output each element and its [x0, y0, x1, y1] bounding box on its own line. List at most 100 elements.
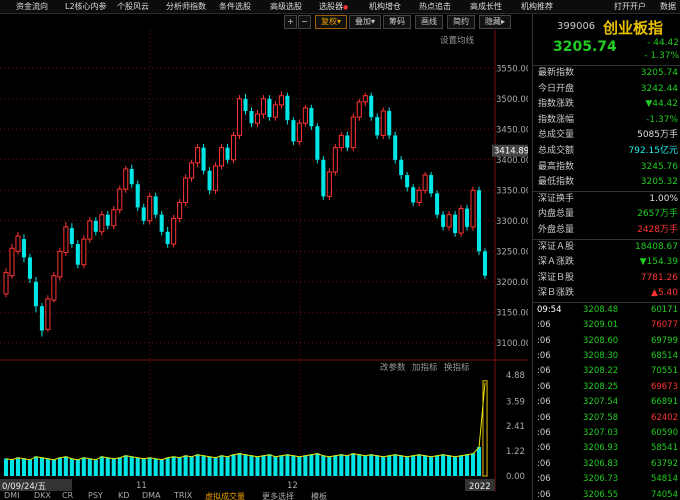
indicator-tab[interactable]: TRIX — [174, 492, 192, 500]
volume-bar — [303, 455, 308, 476]
tick-time: :06 — [537, 428, 551, 439]
volume-bar — [21, 458, 26, 476]
stat-value: ▲5.40 — [651, 288, 678, 299]
menu-tiaojian[interactable]: 条件选股 — [219, 1, 251, 13]
candle-down — [309, 107, 314, 127]
candle-down — [375, 117, 380, 136]
index-name: 创业板指 — [603, 19, 664, 37]
fuquan-button[interactable]: 复权▾ — [315, 15, 347, 29]
volume-bar — [57, 457, 62, 476]
tick-price: 3208.30 — [583, 351, 619, 362]
switch-indicator-link[interactable]: 换指标 — [444, 362, 470, 373]
date-label: 0/09/24/五 — [2, 482, 47, 492]
candle-down — [441, 214, 446, 227]
volume-bar — [129, 456, 134, 476]
tick-price: 3207.54 — [583, 397, 619, 408]
menu-gegu[interactable]: 个股风云 — [117, 1, 149, 13]
candle-up — [236, 98, 243, 136]
menu-shuju[interactable]: 数据 — [660, 1, 676, 13]
tick-price: 3208.25 — [583, 381, 619, 392]
volume-bar — [453, 456, 458, 476]
indicator-tab[interactable]: PSY — [88, 492, 103, 500]
settings-ma-link[interactable]: 设置均线 — [440, 35, 475, 46]
stat-value: 18408.67 — [635, 241, 678, 252]
volume-bar — [381, 456, 386, 476]
price-tick-label: 3400.00 — [496, 156, 528, 166]
volume-bar — [459, 455, 464, 476]
candle-down — [243, 98, 248, 111]
stat-value: 1.00% — [649, 193, 678, 204]
volume-bar — [201, 455, 206, 476]
candle-up — [302, 107, 308, 124]
candle-down — [165, 231, 170, 244]
menu-fenxishi[interactable]: 分析师指数 — [166, 1, 206, 13]
volume-bar — [423, 455, 428, 476]
candle-up — [446, 214, 452, 228]
candle-up — [213, 165, 219, 191]
volume-bar — [183, 455, 188, 476]
indicator-tab[interactable]: KD — [118, 492, 129, 500]
menu-gaocheng[interactable]: 高成长性 — [470, 1, 502, 13]
volume-bar — [273, 456, 278, 476]
candle-up — [45, 298, 51, 330]
candles-group — [3, 91, 488, 337]
candle-down — [387, 111, 392, 136]
menu-l2[interactable]: L2核心内参 — [65, 1, 107, 13]
tick-volume: 76077 — [650, 320, 678, 331]
menu-jigou[interactable]: 机构增仓 — [369, 1, 401, 13]
volume-bar — [279, 455, 284, 476]
candle-down — [153, 196, 158, 215]
menu-gaoji[interactable]: 高级选股 — [270, 1, 302, 13]
jianyue-button[interactable]: 简约 — [447, 15, 475, 29]
indicator-tab[interactable]: 更多选择 — [262, 492, 294, 500]
yincang-label: 隐藏 — [484, 17, 501, 26]
menu-kaihu[interactable]: 打开开户 — [614, 1, 646, 13]
add-indicator-link[interactable]: 加指标 — [412, 362, 438, 373]
tick-list[interactable]: 09:54 3208.48 60171:06 3209.01 76077:06 3208.… — [533, 301, 680, 500]
volume-bar — [261, 455, 266, 476]
menu-redian[interactable]: 热点追击 — [419, 1, 451, 13]
stat-label: 内盘总量 — [538, 209, 575, 220]
indicator-tab[interactable]: 模板 — [311, 492, 327, 500]
quote-panel: 399006 创业板指 3205.74 - 44.42 - 1.37% 最新指数… — [532, 14, 680, 500]
candle-down — [453, 214, 458, 233]
zoom-in-button[interactable]: + — [284, 15, 297, 29]
tick-price: 3208.48 — [583, 304, 619, 315]
indicator-tab[interactable]: DKX — [34, 492, 51, 500]
zoom-out-button[interactable]: − — [298, 15, 311, 29]
change-param-link[interactable]: 改参数 — [380, 362, 406, 373]
stat-row: 深Ｂ涨跌 ▲5.40 — [533, 286, 680, 302]
indicator-tab[interactable]: DMI — [4, 492, 19, 500]
x-label-12: 12 — [287, 481, 298, 491]
indicator-tab[interactable]: CR — [62, 492, 73, 500]
volume-bar — [255, 456, 260, 476]
volume-bar — [405, 456, 410, 476]
yincang-button[interactable]: 隐藏▸ — [479, 15, 511, 29]
volume-bar — [327, 456, 332, 476]
kline-chart[interactable]: 3550.00 3500.00 3450.00 3400.00 3350.00 3300.… — [0, 30, 528, 492]
chouma-button[interactable]: 筹码 — [383, 15, 411, 29]
volume-bar — [476, 447, 482, 476]
current-price-label: 3414.89 — [494, 147, 528, 157]
menu-xuanguqi[interactable]: 选股器● — [319, 1, 348, 13]
candle-up — [177, 202, 183, 219]
menu-zijin[interactable]: 资金流向 — [16, 1, 48, 13]
volume-bar — [45, 458, 50, 476]
volume-bar — [81, 457, 86, 476]
volume-bar — [165, 457, 170, 476]
top-menubar: 资金流向 L2核心内参 个股风云 分析师指数 条件选股 高级选股 选股器● 机构… — [0, 0, 680, 14]
volume-tick-label: 0.00 — [506, 472, 525, 482]
menu-tuijian[interactable]: 机构推荐 — [521, 1, 553, 13]
huaxian-button[interactable]: 画线 — [415, 15, 443, 29]
diejia-button[interactable]: 叠加▾ — [349, 15, 381, 29]
volume-bar — [417, 454, 422, 476]
kline-chart-area[interactable]: 3550.00 3500.00 3450.00 3400.00 3350.00 3300.… — [0, 30, 528, 492]
candle-up — [81, 238, 87, 266]
indicator-tab[interactable]: 虚拟成交量 — [205, 492, 245, 500]
candle-down — [201, 147, 206, 171]
stat-label: 外盘总量 — [538, 224, 575, 235]
stat-value: 3205.32 — [640, 177, 678, 188]
candle-up — [195, 147, 201, 164]
indicator-tab[interactable]: DMA — [142, 492, 161, 500]
candle-down — [249, 111, 254, 124]
